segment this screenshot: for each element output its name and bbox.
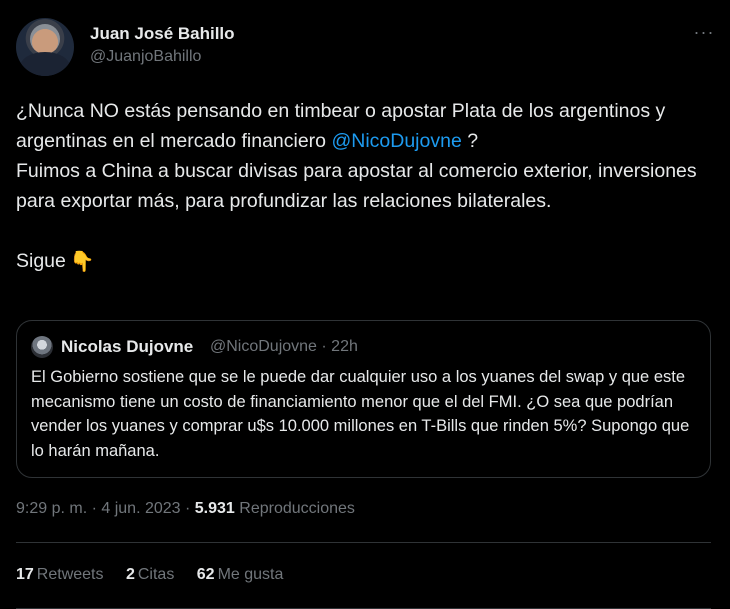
quoted-author-handle-time: @NicoDujovne · 22h [210,338,358,355]
tweet-text: ¿Nunca NO estás pensando en timbear o ap… [16,96,716,277]
sigue-text: Sigue [16,250,66,272]
more-options-icon[interactable]: ··· [692,23,716,42]
tweet-text-line1-end: ? [461,130,479,152]
quoted-author-avatar [31,336,53,358]
mention-link[interactable]: @NicoDujovne [331,130,461,152]
tweet-meta: 9:29 p. m. · 4 jun. 2023 · 5.931 Reprodu… [16,500,355,518]
tweet-paragraph-3: Sigue 👇 [16,246,716,277]
pointing-down-icon: 👇 [69,251,95,273]
timestamp[interactable]: 9:29 p. m. · 4 jun. 2023 · [16,500,195,517]
quotes-stat[interactable]: 2 Citas [126,566,174,584]
views-count: 5.931 [194,500,235,517]
tweet-paragraph-2: Fuimos a China a buscar divisas para apo… [16,160,697,212]
author-avatar[interactable] [16,18,74,76]
engagement-stats: 17 Retweets 2 Citas 62 Me gusta [16,566,301,584]
quotes-label: Citas [137,566,175,583]
author-handle[interactable]: @JuanjoBahillo [90,48,201,66]
tweet-paragraph-1: ¿Nunca NO estás pensando en timbear o ap… [16,96,716,156]
quoted-author-name: Nicolas Dujovne [61,337,194,356]
tweet-header: Juan José Bahillo @JuanjoBahillo ··· [16,18,716,78]
likes-label: Me gusta [217,566,284,583]
retweets-stat[interactable]: 17 Retweets [16,566,104,584]
author-name[interactable]: Juan José Bahillo [90,24,235,44]
likes-count: 62 [196,566,215,583]
divider [16,542,711,543]
tweet: Juan José Bahillo @JuanjoBahillo ··· ¿Nu… [0,0,730,609]
quotes-count: 2 [125,566,135,583]
retweets-count: 17 [16,566,34,583]
retweets-label: Retweets [36,566,104,583]
likes-stat[interactable]: 62 Me gusta [197,566,284,584]
quoted-tweet[interactable]: Nicolas Dujovne @NicoDujovne · 22h El Go… [16,320,711,478]
views-label: Reproducciones [234,500,355,517]
quoted-tweet-text: El Gobierno sostiene que se le puede dar… [31,368,690,460]
